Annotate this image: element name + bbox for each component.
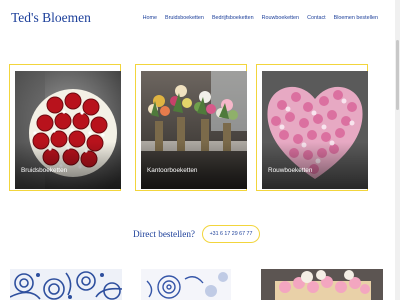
nav-bruidsboeketten[interactable]: Bruidsboeketten: [165, 15, 204, 21]
site-logo[interactable]: Ted's Bloemen: [11, 10, 91, 26]
card-caption: Kantoorboeketten: [147, 167, 198, 174]
card-kantoorboeketten[interactable]: Kantoorboeketten: [135, 64, 247, 191]
card-caption: Bruidsboeketten: [21, 167, 68, 174]
blue-floral-pattern-image: [10, 269, 122, 300]
direct-order-label: Direct bestellen?: [133, 229, 195, 239]
site-header: Ted's Bloemen Home Bruidsboeketten Bedri…: [0, 0, 400, 40]
nav-bloemen-bestellen[interactable]: Bloemen bestellen: [334, 15, 378, 21]
card-bruidsboeketten[interactable]: Bruidsboeketten: [9, 64, 121, 191]
page-scrollbar[interactable]: [395, 0, 400, 300]
card-rouwboeketten[interactable]: Rouwboeketten: [256, 64, 368, 191]
nav-home[interactable]: Home: [143, 15, 157, 21]
nav-bedrijfsboeketten[interactable]: Bedrijfsboeketten: [212, 15, 254, 21]
pink-roses-box-image: [261, 269, 383, 300]
scrollbar-thumb[interactable]: [396, 40, 399, 110]
nav-rouwboeketten[interactable]: Rouwboeketten: [262, 15, 299, 21]
direct-order-section: Direct bestellen? +31 6 17 29 67 77: [133, 225, 273, 245]
phone-button[interactable]: +31 6 17 29 67 77: [202, 225, 260, 243]
blue-rose-pattern-image: [141, 269, 231, 300]
main-nav: Home Bruidsboeketten Bedrijfsboeketten R…: [143, 15, 378, 21]
card-caption: Rouwboeketten: [268, 167, 313, 174]
nav-contact[interactable]: Contact: [307, 15, 326, 21]
